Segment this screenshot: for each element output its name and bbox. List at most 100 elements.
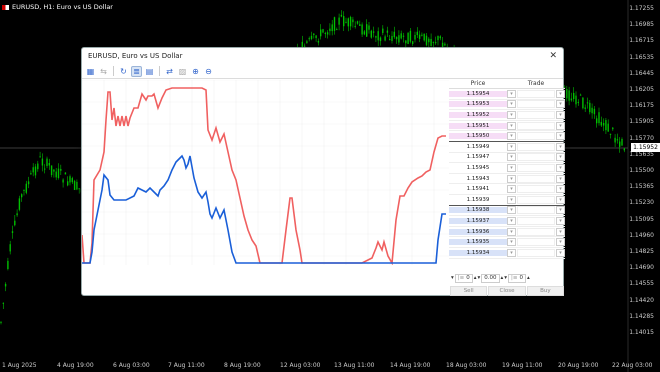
- price-cell[interactable]: 1.15950: [449, 133, 507, 140]
- dropdown-icon[interactable]: ▾: [507, 163, 516, 172]
- dropdown-icon[interactable]: ▾: [556, 174, 565, 183]
- volume-icon[interactable]: ⇄: [164, 66, 175, 77]
- price-cell[interactable]: 1.15945: [449, 165, 507, 171]
- trade-cell[interactable]: [517, 174, 555, 183]
- candle-body: [359, 24, 361, 26]
- dropdown-icon[interactable]: ▾: [556, 238, 565, 247]
- trade-cell[interactable]: [517, 110, 555, 119]
- price-cell[interactable]: 1.15938: [449, 207, 507, 214]
- dropdown-icon[interactable]: ▾: [507, 142, 516, 151]
- dropdown-icon[interactable]: ▾: [556, 206, 565, 215]
- volume-right-field[interactable]: |≡ 0: [508, 273, 527, 283]
- trade-cell[interactable]: [517, 185, 555, 194]
- price-tick-label: 1.16715: [629, 37, 654, 45]
- zoom-in-icon[interactable]: ⊕: [190, 66, 201, 77]
- price-cell[interactable]: 1.15943: [449, 176, 507, 182]
- dropdown-icon[interactable]: ▾: [507, 195, 516, 204]
- spinner-down-icon[interactable]: ▾: [451, 275, 454, 281]
- dropdown-icon[interactable]: ▾: [556, 142, 565, 151]
- dropdown-icon[interactable]: ▾: [556, 100, 565, 109]
- dropdown-icon[interactable]: ▾: [507, 216, 516, 225]
- volume-down-icon[interactable]: ▾: [504, 275, 507, 281]
- price-cell[interactable]: 1.15952: [449, 111, 507, 118]
- price-cell[interactable]: 1.15936: [449, 228, 507, 235]
- price-cell[interactable]: 1.15954: [449, 90, 507, 97]
- trade-cell[interactable]: [517, 195, 555, 204]
- trade-cell[interactable]: [517, 142, 555, 151]
- dropdown-icon[interactable]: ▾: [507, 100, 516, 109]
- settings-icon[interactable]: ▨: [177, 66, 188, 77]
- sell-button[interactable]: Sell: [450, 286, 488, 296]
- trade-cell[interactable]: [517, 238, 555, 247]
- candle-body: [310, 35, 313, 40]
- dropdown-icon[interactable]: ▾: [556, 89, 565, 98]
- candle-body: [444, 43, 446, 46]
- dropdown-icon[interactable]: ▾: [507, 174, 516, 183]
- candle-body: [32, 167, 34, 173]
- price-cell[interactable]: 1.15941: [449, 186, 507, 192]
- price-cell[interactable]: 1.15947: [449, 154, 507, 160]
- trade-cell[interactable]: [517, 206, 555, 215]
- dropdown-icon[interactable]: ▾: [556, 132, 565, 141]
- time-tick-label: 18 Aug 03:00: [446, 362, 487, 369]
- buy-button[interactable]: Buy: [526, 286, 564, 296]
- dropdown-icon[interactable]: ▾: [556, 163, 565, 172]
- trade-cell[interactable]: [517, 121, 555, 130]
- chart-icon[interactable]: ▦: [85, 66, 96, 77]
- price-cell[interactable]: 1.15939: [449, 197, 507, 203]
- price-cell[interactable]: 1.15953: [449, 101, 507, 108]
- dropdown-icon[interactable]: ▾: [507, 132, 516, 141]
- trade-cell[interactable]: [517, 89, 555, 98]
- dropdown-icon[interactable]: ▾: [507, 121, 516, 130]
- trade-cell[interactable]: [517, 248, 555, 257]
- spinner-up-icon[interactable]: ▴: [474, 275, 477, 281]
- dropdown-icon[interactable]: ▾: [507, 185, 516, 194]
- trade-cell[interactable]: [517, 153, 555, 162]
- dropdown-icon[interactable]: ▾: [507, 227, 516, 236]
- volume-left-field[interactable]: |≡ 0: [454, 273, 473, 283]
- dropdown-icon[interactable]: ▾: [507, 238, 516, 247]
- candle-body: [73, 180, 76, 191]
- candle-body: [423, 33, 425, 41]
- price-cell[interactable]: 1.15937: [449, 217, 507, 224]
- trade-cell[interactable]: [517, 227, 555, 236]
- volume-up-icon[interactable]: ▴: [527, 275, 530, 281]
- dropdown-icon[interactable]: ▾: [556, 153, 565, 162]
- dropdown-icon[interactable]: ▾: [556, 216, 565, 225]
- dropdown-icon[interactable]: ▾: [556, 110, 565, 119]
- dropdown-icon[interactable]: ▾: [507, 110, 516, 119]
- candle-body: [579, 94, 582, 96]
- close-button[interactable]: Close: [488, 286, 526, 296]
- price-cell[interactable]: 1.15949: [449, 144, 507, 150]
- dropdown-icon[interactable]: ▾: [556, 248, 565, 257]
- histogram-icon[interactable]: ▤: [144, 66, 155, 77]
- price-tick-label: 1.16535: [629, 53, 654, 61]
- dropdown-icon[interactable]: ▾: [556, 121, 565, 130]
- dropdown-icon[interactable]: ▾: [507, 248, 516, 257]
- price-cell[interactable]: 1.15934: [449, 249, 507, 256]
- dropdown-icon[interactable]: ▾: [556, 227, 565, 236]
- depth-icon[interactable]: ≣: [131, 65, 142, 77]
- candle-body: [14, 220, 16, 226]
- dropdown-icon[interactable]: ▾: [556, 185, 565, 194]
- price-down-icon[interactable]: ▾: [478, 275, 481, 281]
- tick-icon[interactable]: ⇆: [98, 66, 109, 77]
- candle-body: [412, 41, 414, 45]
- price-field[interactable]: 0.00: [481, 273, 500, 283]
- trade-cell[interactable]: [517, 132, 555, 141]
- dropdown-icon[interactable]: ▾: [556, 195, 565, 204]
- price-up-icon[interactable]: ▴: [501, 275, 504, 281]
- refresh-icon[interactable]: ↻: [118, 66, 129, 77]
- trade-cell[interactable]: [517, 163, 555, 172]
- dropdown-icon[interactable]: ▾: [507, 153, 516, 162]
- trade-cell[interactable]: [517, 216, 555, 225]
- dropdown-icon[interactable]: ▾: [507, 206, 516, 215]
- dropdown-icon[interactable]: ▾: [507, 89, 516, 98]
- zoom-out-icon[interactable]: ⊖: [203, 66, 214, 77]
- price-cell[interactable]: 1.15935: [449, 239, 507, 246]
- price-cell[interactable]: 1.15951: [449, 122, 507, 129]
- trade-cell[interactable]: [517, 100, 555, 109]
- candle-body: [361, 24, 363, 35]
- close-icon[interactable]: ✕: [549, 48, 557, 64]
- candle-body: [382, 28, 384, 34]
